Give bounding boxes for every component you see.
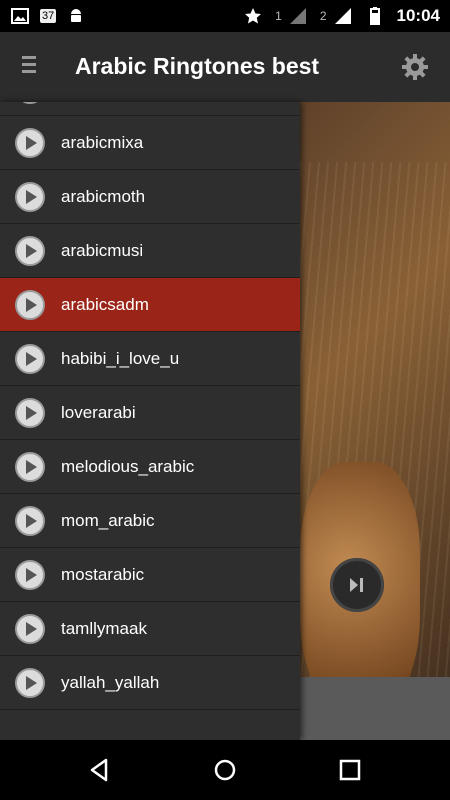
star-icon bbox=[245, 8, 262, 24]
play-pause-icon bbox=[350, 578, 363, 592]
ringtone-label: melodious_arabic bbox=[61, 456, 195, 476]
ringtone-label: yallah_yallah bbox=[61, 672, 160, 692]
play-pause-button[interactable] bbox=[330, 558, 384, 612]
app-title: Arabic Ringtones best bbox=[75, 53, 320, 79]
play-icon[interactable] bbox=[14, 451, 46, 483]
ringtone-item[interactable]: tamllymaak bbox=[0, 602, 300, 656]
ringtone-item[interactable]: arabicsadm bbox=[0, 278, 300, 332]
battery-icon bbox=[369, 7, 380, 25]
play-icon[interactable] bbox=[14, 667, 46, 699]
play-icon[interactable] bbox=[14, 343, 46, 375]
play-icon[interactable] bbox=[14, 102, 46, 105]
ringtone-label: habibi_i_love_u bbox=[61, 348, 180, 368]
ringtone-item[interactable]: Arabic3 bbox=[0, 102, 300, 116]
back-icon[interactable] bbox=[86, 756, 114, 784]
play-icon[interactable] bbox=[14, 235, 46, 267]
ringtone-item[interactable]: arabicmoth bbox=[0, 170, 300, 224]
play-icon[interactable] bbox=[14, 127, 46, 159]
ringtone-label: arabicmoth bbox=[61, 186, 146, 206]
signal-2-icon bbox=[334, 8, 351, 24]
play-icon[interactable] bbox=[14, 397, 46, 429]
home-icon[interactable] bbox=[211, 756, 239, 784]
ringtone-label: loverarabi bbox=[61, 402, 136, 422]
recents-icon[interactable] bbox=[336, 756, 364, 784]
android-icon bbox=[71, 9, 82, 22]
ringtone-item[interactable]: melodious_arabic bbox=[0, 440, 300, 494]
sim2-label: 2 bbox=[319, 9, 327, 23]
battery-percent-badge: 37 bbox=[40, 9, 57, 23]
settings-gear-icon[interactable] bbox=[400, 52, 430, 82]
sim1-label: 1 bbox=[275, 9, 282, 23]
play-icon[interactable] bbox=[14, 181, 46, 213]
ringtone-item[interactable]: yallah_yallah bbox=[0, 656, 300, 710]
navigation-bar bbox=[0, 740, 450, 800]
play-icon[interactable] bbox=[14, 613, 46, 645]
status-bar: 37 1 2 10:04 bbox=[0, 0, 450, 32]
play-icon[interactable] bbox=[14, 559, 46, 591]
app-bar: Arabic Ringtones best bbox=[0, 32, 450, 102]
play-icon[interactable] bbox=[14, 505, 46, 537]
ringtone-drawer: Arabic3 arabicmixa arabicmoth arabicmusi ara… bbox=[0, 102, 300, 740]
play-icon[interactable] bbox=[14, 289, 46, 321]
ringtone-label: arabicmusi bbox=[61, 240, 144, 260]
menu-icon[interactable] bbox=[22, 56, 40, 78]
ringtone-list: Arabic3 arabicmixa arabicmoth arabicmusi ara… bbox=[0, 102, 300, 710]
signal-1-icon bbox=[289, 8, 306, 24]
ringtone-label: mom_arabic bbox=[61, 510, 155, 530]
ringtone-item[interactable]: mom_arabic bbox=[0, 494, 300, 548]
ringtone-item[interactable]: mostarabic bbox=[0, 548, 300, 602]
ringtone-label: arabicsadm bbox=[61, 294, 149, 314]
ringtone-item[interactable]: habibi_i_love_u bbox=[0, 332, 300, 386]
ringtone-label: arabicmixa bbox=[61, 132, 144, 152]
ringtone-item[interactable]: arabicmusi bbox=[0, 224, 300, 278]
image-icon bbox=[11, 8, 29, 24]
ringtone-label: tamllymaak bbox=[61, 618, 147, 638]
bottom-panel bbox=[300, 677, 450, 740]
clock: 10:04 bbox=[396, 6, 440, 25]
ringtone-label: mostarabic bbox=[61, 564, 145, 584]
ringtone-item[interactable]: loverarabi bbox=[0, 386, 300, 440]
ringtone-item[interactable]: arabicmixa bbox=[0, 116, 300, 170]
